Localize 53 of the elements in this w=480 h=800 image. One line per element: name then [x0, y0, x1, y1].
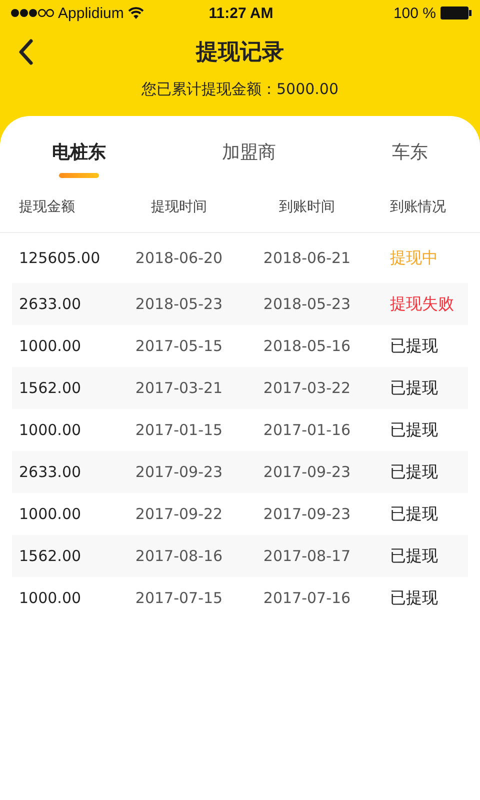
table-cell-text: 2018-05-23 [134, 295, 224, 313]
table-cell-text: 1562.00 [18, 547, 82, 565]
signal-icon [10, 8, 54, 18]
status-cell-text: 已提现 [389, 588, 439, 608]
column-header: 提现金额 [18, 198, 76, 216]
tab[interactable]: 电桩东 [40, 134, 118, 170]
table-cell-text: 2017-09-23 [262, 505, 352, 523]
status-cell-text: 已提现 [389, 504, 439, 524]
battery-icon [440, 6, 472, 20]
table-cell-text: 125605.00 [18, 249, 102, 267]
tab-indicator [59, 173, 99, 178]
table-cell-text: 2633.00 [18, 295, 82, 313]
table-cell-text: 2018-05-16 [262, 337, 352, 355]
back-icon[interactable] [18, 38, 34, 66]
table-cell-text: 2017-01-15 [134, 421, 224, 439]
status-cell-text: 已提现 [389, 378, 439, 398]
table-cell-text: 2017-09-23 [262, 463, 352, 481]
status-cell-text: 已提现 [389, 546, 439, 566]
table-cell-text: 2017-03-22 [262, 379, 352, 397]
wifi-icon [128, 7, 144, 19]
column-header: 到账情况 [389, 198, 447, 216]
table-cell-text: 2017-03-21 [134, 379, 224, 397]
table-cell-text: 2018-06-20 [134, 249, 224, 267]
status-cell-text: 提现失败 [389, 294, 455, 314]
carrier-name: Applidium [58, 4, 124, 22]
table-cell-text: 1000.00 [18, 337, 82, 355]
status-cell-text: 已提现 [389, 336, 439, 356]
status-cell-text: 已提现 [389, 462, 439, 482]
column-header: 到账时间 [278, 198, 336, 216]
table-cell-text: 2018-05-23 [262, 295, 352, 313]
table-cell-text: 2633.00 [18, 463, 82, 481]
clock-time: 11:27 AM [208, 4, 274, 22]
table-cell-text: 2017-08-16 [134, 547, 224, 565]
table-cell-text: 2017-09-23 [134, 463, 224, 481]
table-cell-text: 1000.00 [18, 589, 82, 607]
total-summary: 您已累计提现金额：5000.00 [140, 80, 340, 99]
table-cell-text: 2017-07-15 [134, 589, 224, 607]
column-header: 提现时间 [150, 198, 208, 216]
table-cell-text: 1562.00 [18, 379, 82, 397]
status-cell-text: 提现中 [389, 248, 439, 268]
table-cell-text: 1000.00 [18, 505, 82, 523]
table-cell-text: 2018-06-21 [262, 249, 352, 267]
table-cell-text: 1000.00 [18, 421, 82, 439]
table-cell-text: 2017-05-15 [134, 337, 224, 355]
table-cell-text: 2017-08-17 [262, 547, 352, 565]
table-cell-text: 2017-01-16 [262, 421, 352, 439]
table-cell-text: 2017-09-22 [134, 505, 224, 523]
battery-percent: 100 % [393, 4, 436, 22]
status-cell-text: 已提现 [389, 420, 439, 440]
tab[interactable]: 车东 [380, 134, 440, 170]
table-cell-text: 2017-07-16 [262, 589, 352, 607]
tab[interactable]: 加盟商 [210, 134, 288, 170]
page-title: 提现记录 [196, 39, 284, 67]
